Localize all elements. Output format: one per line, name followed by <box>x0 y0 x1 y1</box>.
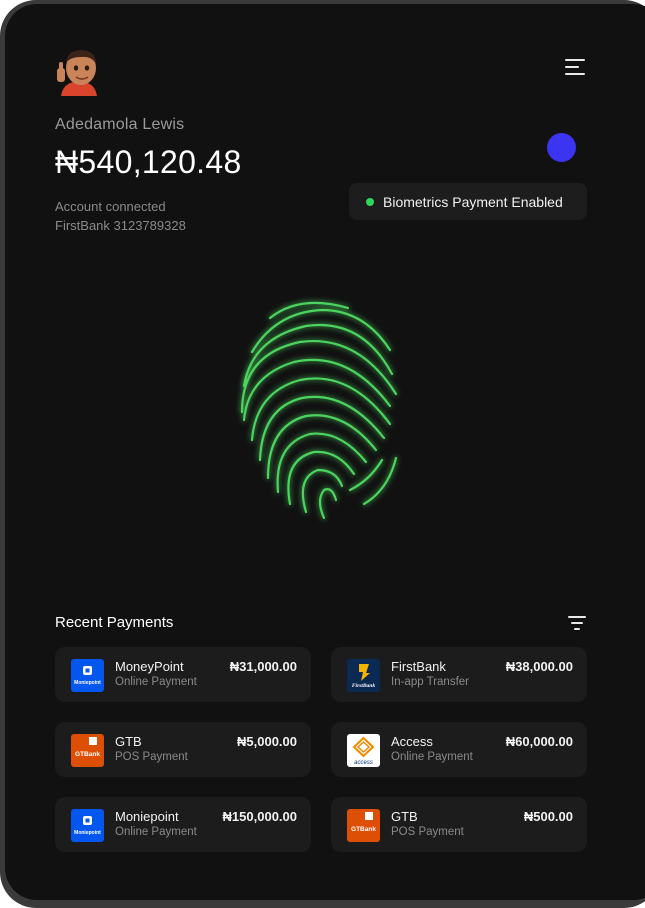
status-dot[interactable] <box>547 133 576 162</box>
fingerprint-icon[interactable] <box>230 290 410 530</box>
payment-subtitle: Online Payment <box>115 826 197 838</box>
payment-subtitle: POS Payment <box>391 826 464 838</box>
gtbank-logo-icon: GTBank <box>71 734 104 767</box>
biometrics-label: Biometrics Payment Enabled <box>383 194 563 210</box>
logo-text: access <box>354 760 373 766</box>
moniepoint-logo-icon: Moniepoint <box>71 809 104 842</box>
payment-amount: ₦500.00 <box>523 809 573 824</box>
access-logo-icon: access <box>347 734 380 767</box>
payment-amount: ₦31,000.00 <box>229 659 297 674</box>
payment-card[interactable]: Moniepoint Moniepoint Online Payment ₦15… <box>55 797 311 852</box>
logo-text: FirstBank <box>352 683 375 689</box>
payment-card[interactable]: access Access Online Payment ₦60,000.00 <box>331 722 587 777</box>
payment-amount: ₦150,000.00 <box>222 809 297 824</box>
user-name: Adedamola Lewis <box>55 116 185 133</box>
payment-title: GTB <box>391 809 418 824</box>
account-label: Account connected <box>55 199 166 214</box>
payment-card[interactable]: GTBank GTB POS Payment ₦500.00 <box>331 797 587 852</box>
logo-text: GTBank <box>75 751 100 758</box>
payment-title: FirstBank <box>391 659 446 674</box>
payment-subtitle: POS Payment <box>115 751 188 763</box>
logo-text: Moniepoint <box>74 830 101 836</box>
app-screen: Adedamola Lewis ₦540,120.48 Account conn… <box>5 4 645 900</box>
filter-icon[interactable] <box>568 616 588 632</box>
payment-subtitle: Online Payment <box>391 751 473 763</box>
avatar[interactable] <box>55 46 103 96</box>
payment-amount: ₦38,000.00 <box>505 659 573 674</box>
payment-title: GTB <box>115 734 142 749</box>
payment-amount: ₦5,000.00 <box>237 734 297 749</box>
payment-subtitle: In-app Transfer <box>391 676 469 688</box>
payment-title: Access <box>391 734 433 749</box>
payment-title: MoneyPoint <box>115 659 184 674</box>
payment-amount: ₦60,000.00 <box>505 734 573 749</box>
account-balance: ₦540,120.48 <box>55 144 242 180</box>
payment-card[interactable]: FirstBank FirstBank In-app Transfer ₦38,… <box>331 647 587 702</box>
status-indicator-icon <box>366 198 374 206</box>
payment-card[interactable]: GTBank GTB POS Payment ₦5,000.00 <box>55 722 311 777</box>
device-frame: Adedamola Lewis ₦540,120.48 Account conn… <box>0 0 645 908</box>
payment-title: Moniepoint <box>115 809 179 824</box>
gtbank-logo-icon: GTBank <box>347 809 380 842</box>
moniepoint-logo-icon: Moniepoint <box>71 659 104 692</box>
logo-text: GTBank <box>351 826 376 833</box>
biometrics-badge: Biometrics Payment Enabled <box>349 183 587 220</box>
firstbank-logo-icon: FirstBank <box>347 659 380 692</box>
payment-subtitle: Online Payment <box>115 676 197 688</box>
logo-text: Moniepoint <box>74 680 101 686</box>
payment-card[interactable]: Moniepoint MoneyPoint Online Payment ₦31… <box>55 647 311 702</box>
recent-payments-title: Recent Payments <box>55 614 174 631</box>
account-detail: FirstBank 3123789328 <box>55 218 186 233</box>
menu-icon[interactable] <box>565 59 589 77</box>
